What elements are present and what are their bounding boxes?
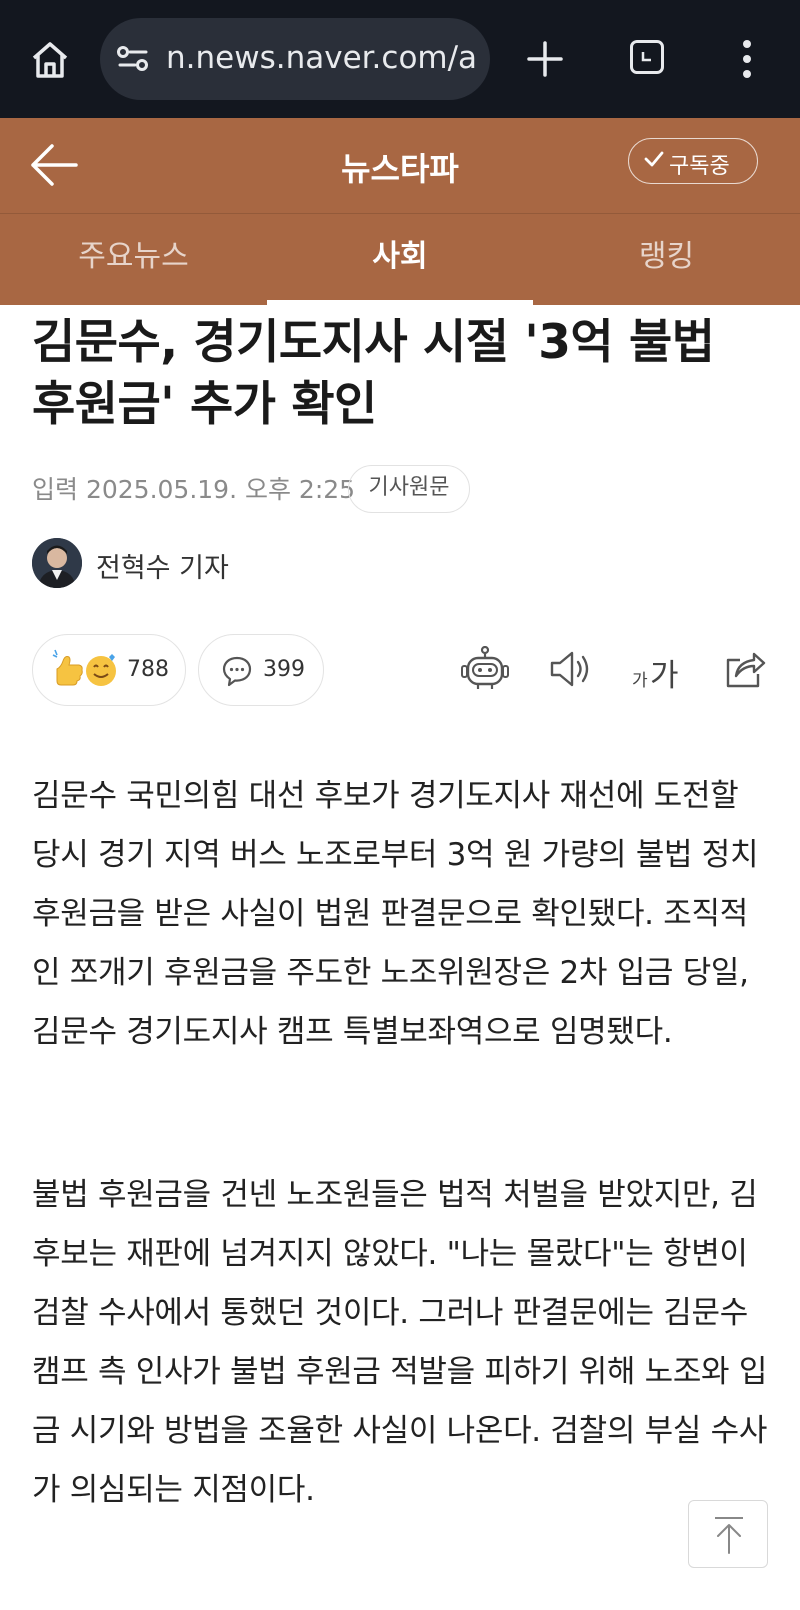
more-vert-icon[interactable]	[740, 40, 754, 80]
reaction-count: 788	[127, 657, 169, 682]
reaction-emoji-icon	[52, 649, 116, 686]
menu-dot	[743, 55, 751, 63]
address-bar[interactable]: n.news.naver.com/a	[100, 18, 490, 100]
article-paragraph: 김문수 국민의힘 대선 후보가 경기도지사 재선에 도전할 당시 경기 지역 버…	[32, 778, 759, 1050]
active-tab-indicator	[267, 300, 533, 305]
menu-dot	[743, 70, 751, 78]
plus-icon[interactable]	[526, 40, 564, 78]
check-icon	[644, 151, 664, 167]
browser-toolbar: n.news.naver.com/a	[0, 0, 800, 118]
speaker-icon[interactable]	[548, 646, 594, 692]
arrow-up-icon	[715, 1517, 743, 1554]
url-text[interactable]: n.news.naver.com/a	[166, 40, 476, 76]
original-article-button[interactable]: 기사원문	[348, 465, 470, 513]
reporter-photo	[32, 538, 82, 588]
scroll-top-button[interactable]	[688, 1500, 768, 1568]
tab-main-news[interactable]: 주요뉴스	[0, 214, 267, 306]
press-title[interactable]: 뉴스타파	[250, 144, 550, 190]
comment-icon	[222, 656, 252, 687]
avatar[interactable]	[32, 538, 82, 588]
font-size-icon[interactable]: 가 가	[632, 648, 682, 694]
font-small-glyph: 가	[632, 671, 648, 691]
font-big-glyph: 가	[650, 658, 679, 694]
home-icon[interactable]	[28, 38, 72, 82]
back-arrow-icon[interactable]	[28, 140, 80, 190]
share-icon[interactable]	[722, 646, 768, 692]
tab-ranking[interactable]: 랭킹	[533, 214, 800, 306]
comment-count: 399	[263, 657, 305, 682]
subscribe-label: 구독중	[669, 154, 730, 179]
tabs-icon[interactable]	[630, 40, 670, 80]
menu-dot	[743, 40, 751, 48]
tabs-glyph	[641, 52, 651, 62]
reporter-name[interactable]: 전혁수 기자	[96, 546, 229, 585]
article-date: 입력 2025.05.19. 오후 2:25	[32, 475, 356, 504]
section-tabs: 주요뉴스 사회 랭킹	[0, 213, 800, 305]
article-title: 김문수, 경기도지사 시절 '3억 불법 후원금' 추가 확인	[32, 315, 715, 432]
tab-society[interactable]: 사회	[267, 214, 533, 306]
article-paragraph: 불법 후원금을 건넨 노조원들은 법적 처벌을 받았지만, 김 후보는 재판에 …	[32, 1177, 768, 1508]
site-info-icon[interactable]	[116, 44, 150, 74]
comment-button[interactable]: 399	[198, 634, 324, 706]
reaction-button[interactable]: 788	[32, 634, 186, 706]
subscribe-button[interactable]: 구독중	[628, 138, 758, 184]
press-header: 뉴스타파 구독중	[0, 118, 800, 213]
ai-summary-robot-icon[interactable]	[460, 646, 510, 692]
